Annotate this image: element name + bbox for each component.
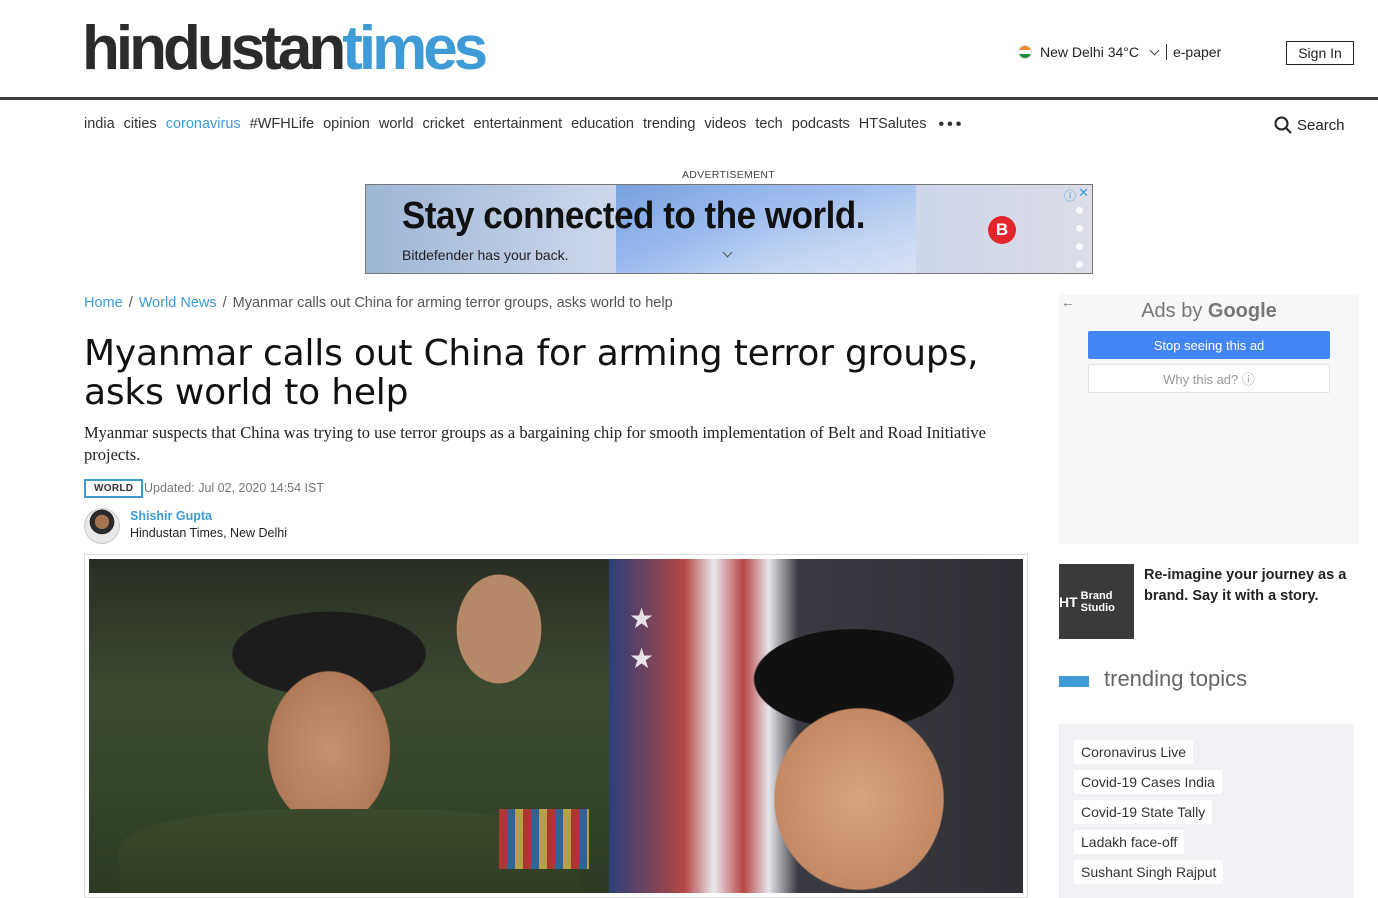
brand-studio-ht: HT: [1059, 593, 1078, 610]
nav-item-education[interactable]: education: [571, 116, 634, 134]
search-button[interactable]: Search: [1274, 116, 1345, 134]
stop-seeing-ad-button[interactable]: Stop seeing this ad: [1088, 331, 1330, 359]
nav-item-trending[interactable]: trending: [643, 116, 695, 134]
header-divider: [0, 97, 1378, 100]
nav-item-videos[interactable]: videos: [704, 116, 746, 134]
brand-studio-text[interactable]: Re-imagine your journey as a brand. Say …: [1144, 565, 1359, 607]
trending-topic-chip[interactable]: Sushant Singh Rajput: [1074, 860, 1224, 884]
brand-studio-tile-text: Brand Studio: [1080, 589, 1115, 614]
nav-item-opinion[interactable]: opinion: [323, 116, 370, 134]
bitdefender-logo-icon: B: [988, 216, 1016, 244]
ad-close-icon[interactable]: ✕: [1078, 185, 1089, 201]
trending-topic-chip[interactable]: Ladakh face-off: [1074, 830, 1185, 854]
author-organization: Hindustan Times, New Delhi: [130, 526, 288, 540]
photo-left-general: [89, 559, 609, 893]
nav-item-cricket[interactable]: cricket: [423, 116, 465, 134]
why-this-ad-button[interactable]: Why this ad? ⓘ: [1088, 364, 1330, 393]
article-title: Myanmar calls out China for arming terro…: [84, 333, 979, 413]
breadcrumb-current: Myanmar calls out China for arming terro…: [232, 295, 673, 311]
article-lead-image: ★ ★: [84, 554, 1028, 898]
ad-banner[interactable]: Stay connected to the world. Bitdefender…: [365, 184, 1093, 274]
epaper-link[interactable]: e-paper: [1173, 44, 1221, 60]
nav-item-india[interactable]: india: [84, 116, 115, 134]
more-menu-icon[interactable]: •••: [939, 116, 965, 134]
logo-part-times: times: [342, 14, 488, 83]
nav-item-wfhlife[interactable]: #WFHLife: [250, 116, 314, 134]
ads-by-google-label: Ads by Google: [1059, 300, 1359, 323]
trending-accent-bar: [1059, 676, 1089, 687]
breadcrumb-home[interactable]: Home: [84, 295, 123, 311]
ads-by-text: Ads by: [1141, 300, 1203, 322]
google-wordmark: Google: [1207, 300, 1277, 322]
header-utilities: New Delhi 34°C e-paper: [1018, 44, 1221, 60]
section-tag[interactable]: WORLD: [84, 479, 144, 498]
nav-item-coronavirus[interactable]: coronavirus: [166, 116, 241, 134]
breadcrumb-world-news[interactable]: World News: [139, 295, 217, 311]
breadcrumb: Home / World News / Myanmar calls out China …: [84, 295, 673, 311]
india-flag-icon: [1018, 45, 1032, 59]
breadcrumb-separator: /: [128, 295, 133, 311]
breadcrumb-separator: /: [222, 295, 227, 311]
lead-photo: ★ ★: [89, 559, 1023, 893]
sign-in-button[interactable]: Sign In: [1286, 41, 1354, 65]
main-nav: india cities coronavirus #WFHLife opinio…: [84, 116, 973, 134]
author-name[interactable]: Shishir Gupta: [130, 509, 212, 523]
nav-item-cities[interactable]: cities: [124, 116, 157, 134]
site-logo[interactable]: hindustantimes: [82, 18, 488, 80]
search-label: Search: [1297, 116, 1345, 134]
google-ad-panel: ← Ads by Google Stop seeing this ad Why …: [1059, 294, 1359, 544]
ad-headline: Stay connected to the world.: [402, 195, 866, 237]
trending-topic-chip[interactable]: Coronavirus Live: [1074, 740, 1194, 764]
brand-studio-logo[interactable]: HT Brand Studio: [1059, 564, 1134, 639]
logo-part-hindustan: hindustan: [82, 14, 346, 83]
updated-timestamp: Updated: Jul 02, 2020 14:54 IST: [144, 481, 324, 495]
trending-topic-chip[interactable]: Covid-19 State Tally: [1074, 800, 1213, 824]
nav-item-entertainment[interactable]: entertainment: [473, 116, 562, 134]
author-avatar[interactable]: [84, 508, 120, 544]
trending-topics-list: Coronavirus Live Covid-19 Cases India Co…: [1059, 724, 1354, 898]
nav-item-podcasts[interactable]: podcasts: [792, 116, 850, 134]
photo-right-leader: ★ ★: [609, 559, 1023, 893]
nav-item-tech[interactable]: tech: [755, 116, 782, 134]
chevron-down-icon[interactable]: [1149, 45, 1160, 55]
article-summary: Myanmar suspects that China was trying t…: [84, 423, 986, 464]
ad-info-icon[interactable]: ⓘ: [1064, 187, 1076, 204]
medals-shape: [499, 809, 589, 869]
ad-subline: Bitdefender has your back.: [402, 247, 569, 263]
ad-dots-icon: [1076, 207, 1083, 268]
nav-item-htsalutes[interactable]: HTSalutes: [859, 116, 927, 134]
nav-item-world[interactable]: world: [379, 116, 414, 134]
flag-stars-icon: ★ ★: [629, 603, 655, 674]
search-icon: [1274, 116, 1292, 134]
location-weather[interactable]: New Delhi 34°C: [1040, 44, 1139, 60]
trending-topics-title: trending topics: [1104, 666, 1248, 691]
trending-topic-chip[interactable]: Covid-19 Cases India: [1074, 770, 1222, 794]
divider: [1165, 44, 1167, 60]
advertisement-label: ADVERTISEMENT: [682, 169, 775, 181]
